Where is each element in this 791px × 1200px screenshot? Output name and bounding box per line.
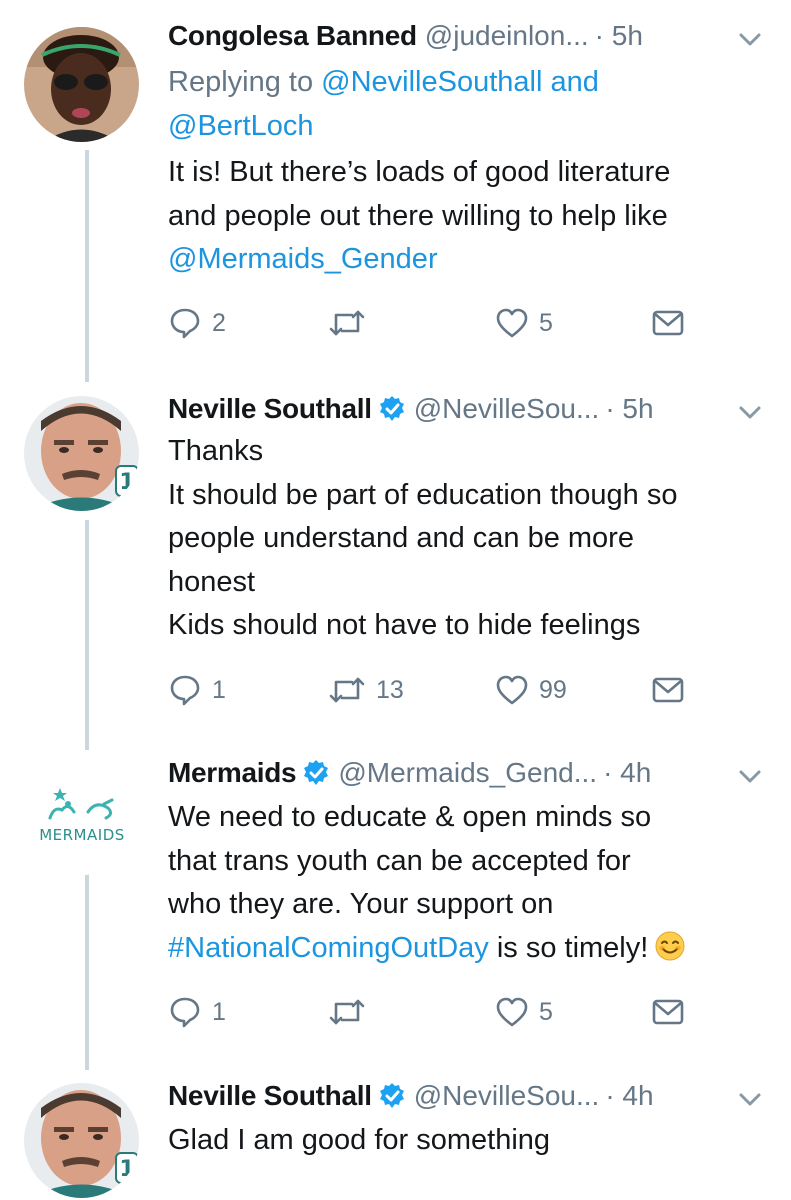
tweet[interactable]: 1 Neville Southall @NevilleSou... · 5h T… (0, 388, 791, 728)
heart-icon (496, 308, 528, 338)
reply-context: Replying to @NevilleSouthall and @BertLo… (168, 61, 778, 148)
direct-message-button[interactable] (651, 992, 685, 1032)
timestamp[interactable]: · 4h (605, 1075, 653, 1117)
verified-badge-icon (379, 1083, 404, 1108)
avatar[interactable] (24, 27, 139, 142)
tweet-actions: 1 13 99 (168, 670, 728, 710)
tweet-header: Neville Southall @NevilleSou... · 4h (168, 1075, 654, 1117)
tweet-text-line: We need to educate & open minds so (168, 801, 652, 833)
retweet-icon (329, 999, 365, 1025)
like-button[interactable]: 5 (495, 992, 553, 1032)
reply-icon (170, 675, 200, 706)
mention-link[interactable]: @Mermaids_Gender (168, 243, 438, 275)
reply-count: 1 (212, 997, 226, 1026)
reply-count: 2 (212, 308, 226, 337)
display-name[interactable]: Mermaids (168, 752, 297, 794)
chevron-down-icon[interactable] (735, 1087, 765, 1111)
envelope-icon (652, 999, 684, 1025)
retweet-count: 13 (376, 675, 404, 704)
like-count: 5 (539, 997, 553, 1026)
reply-mention-link[interactable]: @NevilleSouthall and (321, 66, 599, 98)
hashtag-link[interactable]: #NationalComingOutDay (168, 932, 489, 964)
retweet-button[interactable]: 13 (328, 670, 404, 710)
tweet-text: It is! But there’s loads of good literat… (168, 151, 778, 282)
tweet-actions: 1 5 (168, 992, 728, 1032)
profile-photo-man-goalkeeper-icon: 1 (24, 1083, 139, 1198)
display-name[interactable]: Neville Southall (168, 1075, 372, 1117)
tweet-actions: 2 5 (168, 303, 728, 343)
handle[interactable]: @judeinlon... (425, 15, 589, 57)
reply-button[interactable]: 2 (168, 303, 226, 343)
profile-photo-man-goalkeeper-icon: 1 (24, 396, 139, 511)
tweet-text-line: honest (168, 565, 256, 598)
heart-icon (496, 997, 528, 1027)
display-name[interactable]: Neville Southall (168, 388, 372, 430)
tweet-text-line: people understand and can be more (168, 522, 634, 554)
reply-button[interactable]: 1 (168, 992, 226, 1032)
svg-text:1: 1 (119, 470, 134, 495)
tweet-text: Thanks It should be part of education th… (168, 430, 778, 648)
tweet-text-line: Glad I am good for something (168, 1124, 551, 1156)
timestamp[interactable]: · 4h (603, 752, 651, 794)
like-button[interactable]: 5 (495, 303, 553, 343)
profile-photo-woman-sunglasses-icon (24, 27, 139, 142)
timestamp[interactable]: · 5h (595, 15, 643, 57)
svg-text:1: 1 (119, 1157, 134, 1182)
reply-count: 1 (212, 675, 226, 704)
tweet-text-line: that trans youth can be accepted for (168, 844, 631, 877)
timestamp[interactable]: · 5h (605, 388, 653, 430)
envelope-icon (652, 310, 684, 336)
tweet-text-line: Kids should not have to hide feelings (168, 609, 641, 641)
envelope-icon (652, 677, 684, 703)
like-count: 5 (539, 308, 553, 337)
tweet-header: Mermaids @Mermaids_Gend... · 4h (168, 752, 651, 794)
tweet[interactable]: 1 Neville Southall @NevilleSou... · 4h G… (0, 1075, 791, 1200)
chevron-down-icon[interactable] (735, 400, 765, 424)
tweet-text-line: Thanks (168, 435, 264, 467)
reply-mention-link[interactable]: @BertLoch (168, 110, 314, 142)
handle[interactable]: @NevilleSou... (414, 388, 600, 430)
like-button[interactable]: 99 (495, 670, 567, 710)
tweet-text-line: who they are. Your support on (168, 888, 554, 920)
heart-icon (496, 675, 528, 705)
tweet-text-line: It should be part of education though so (168, 478, 678, 511)
tweet[interactable]: Congolesa Banned @judeinlon... · 5h Repl… (0, 15, 791, 355)
tweet-text-line: is so timely! (488, 931, 649, 964)
tweet-text-line: and people out there willing to help lik… (168, 199, 668, 232)
tweet-header: Neville Southall @NevilleSou... · 5h (168, 388, 654, 430)
reply-icon (170, 997, 200, 1028)
avatar[interactable]: MERMAIDS (24, 760, 139, 875)
reply-icon (170, 308, 200, 339)
replying-to-label: Replying to (168, 66, 314, 98)
mermaids-logo-icon: MERMAIDS (24, 760, 139, 875)
handle[interactable]: @NevilleSou... (414, 1075, 600, 1117)
direct-message-button[interactable] (651, 303, 685, 343)
display-name[interactable]: Congolesa Banned (168, 15, 417, 57)
avatar[interactable]: 1 (24, 396, 139, 511)
retweet-button[interactable] (328, 303, 366, 343)
verified-badge-icon (304, 760, 329, 785)
like-count: 99 (539, 675, 567, 704)
retweet-icon (329, 677, 365, 703)
handle[interactable]: @Mermaids_Gend... (338, 752, 597, 794)
tweet-text: We need to educate & open minds so that … (168, 796, 778, 970)
tweet[interactable]: MERMAIDS Mermaids @Mermaids_Gend... · 4h… (0, 752, 791, 1062)
tweet-text-line: It is! But there’s loads of good literat… (168, 156, 671, 188)
tweet-header: Congolesa Banned @judeinlon... · 5h (168, 15, 643, 57)
retweet-button[interactable] (328, 992, 366, 1032)
retweet-icon (329, 310, 365, 336)
chevron-down-icon[interactable] (735, 764, 765, 788)
reply-button[interactable]: 1 (168, 670, 226, 710)
chevron-down-icon[interactable] (735, 27, 765, 51)
smiling-face-emoji-icon (655, 931, 685, 960)
logo-text: MERMAIDS (39, 826, 125, 844)
direct-message-button[interactable] (651, 670, 685, 710)
tweet-text: Glad I am good for something (168, 1119, 778, 1163)
avatar[interactable]: 1 (24, 1083, 139, 1198)
verified-badge-icon (379, 396, 404, 421)
